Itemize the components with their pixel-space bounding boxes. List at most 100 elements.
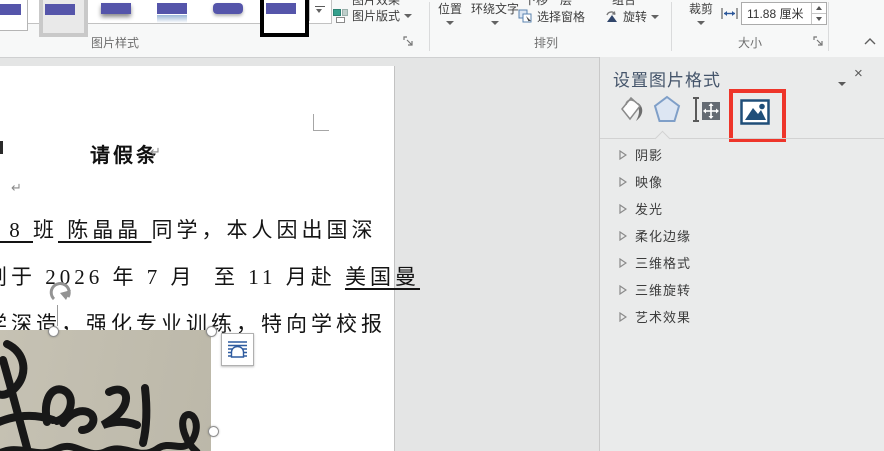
collapse-ribbon-button[interactable]: [863, 37, 877, 46]
gallery-more-icon: [315, 6, 325, 7]
panel-item-label: 艺术效果: [635, 307, 691, 326]
size-dialog-launcher-icon[interactable]: [813, 36, 824, 47]
rotate-button[interactable]: 旋转: [604, 8, 659, 25]
line1-rest: 同学，本人因出国深: [152, 218, 377, 242]
expand-triangle-icon: [619, 285, 627, 295]
picture-styles-gallery[interactable]: [0, 0, 332, 24]
picture-effects-label: 图片效果: [352, 0, 400, 6]
chevron-up-icon: [816, 6, 822, 10]
clipped-text-fragment: [0, 141, 3, 154]
picture-style-thumb[interactable]: [152, 0, 193, 29]
group-divider: [671, 2, 672, 51]
margin-mark: [313, 130, 329, 131]
group-divider: [828, 2, 829, 51]
picture-style-thumb[interactable]: [96, 0, 137, 29]
selected-tab-notch: [655, 131, 671, 147]
picture-effects-button-clipped[interactable]: 图片效果: [352, 0, 432, 6]
layout-options-button[interactable]: [221, 333, 254, 366]
panel-item-label: 三维旋转: [635, 280, 691, 299]
rotate-handle-stem: [57, 305, 58, 326]
spin-up-button[interactable]: [812, 3, 826, 14]
signature-image[interactable]: [0, 330, 211, 451]
position-label: 位置: [438, 0, 462, 17]
word-window: 图片效果 图片版式 图片样式 位置 环绕文字: [0, 0, 884, 451]
tab-divider: [600, 138, 884, 139]
paragraph-mark: ↵: [150, 145, 161, 160]
signature-strokes: [0, 330, 211, 451]
panel-item-soft-edges[interactable]: 柔化边缘: [619, 226, 691, 245]
pane-title: 设置图片格式: [613, 66, 721, 91]
group-label-size: 大小: [722, 34, 778, 51]
position-button[interactable]: 位置: [430, 0, 470, 25]
thumb-picture: [213, 3, 243, 14]
expand-triangle-icon: [619, 204, 627, 214]
tab-layout-properties[interactable]: [692, 94, 722, 129]
spin-down-button[interactable]: [812, 14, 826, 24]
chevron-down-icon: [838, 82, 846, 86]
chevron-down-icon: [816, 17, 822, 21]
resize-handle-right[interactable]: [208, 426, 219, 437]
tab-fill-line[interactable]: [616, 94, 646, 129]
send-backward-button-clipped[interactable]: 下移一层: [524, 0, 598, 6]
rotate-handle[interactable]: [46, 279, 76, 307]
shape-width-input[interactable]: [742, 3, 811, 24]
group-button-clipped[interactable]: 组合: [612, 0, 658, 6]
picture-style-thumb[interactable]: [0, 0, 28, 31]
picture-styles-dialog-launcher-icon[interactable]: [403, 36, 414, 47]
picture-layout-label: 图片版式: [352, 7, 400, 24]
tab-effects[interactable]: [652, 94, 682, 129]
selection-pane-button[interactable]: 选择窗格: [518, 8, 585, 25]
margin-mark: [313, 114, 314, 131]
picture-style-thumb[interactable]: [208, 0, 249, 29]
pane-close-button[interactable]: ×: [854, 65, 863, 82]
thumb-picture: [101, 3, 131, 14]
panel-item-label: 阴影: [635, 145, 663, 164]
panel-item-reflection[interactable]: 映像: [619, 172, 663, 191]
rotate-label: 旋转: [623, 8, 647, 25]
pane-options-button[interactable]: [838, 73, 846, 91]
expand-triangle-icon: [619, 150, 627, 160]
chevron-down-icon: [491, 21, 499, 25]
chevron-down-icon: [446, 21, 454, 25]
panel-item-label: 映像: [635, 172, 663, 191]
crop-button[interactable]: 裁剪: [682, 0, 720, 25]
picture-layout-button[interactable]: 图片版式: [333, 7, 412, 24]
resize-handle-top-right[interactable]: [206, 326, 217, 337]
wrap-text-button[interactable]: 环绕文字: [468, 0, 522, 25]
crop-label: 裁剪: [689, 0, 713, 17]
rotate-icon: [604, 9, 619, 24]
picture-style-thumb-selected[interactable]: [260, 0, 309, 37]
selection-pane-icon: [518, 9, 533, 24]
panel-item-shadow[interactable]: 阴影: [619, 145, 663, 164]
doc-title: 请假条: [90, 139, 159, 168]
thumb-picture: [266, 3, 296, 14]
chevron-down-icon: [697, 21, 705, 25]
panel-item-artistic-effects[interactable]: 艺术效果: [619, 307, 691, 326]
thumb-picture: [157, 3, 187, 14]
chevron-down-icon: [404, 14, 412, 18]
panel-item-label: 柔化边缘: [635, 226, 691, 245]
gallery-more-button[interactable]: [309, 0, 331, 21]
class-word: 班: [33, 218, 58, 242]
size-position-icon: [692, 94, 722, 124]
panel-item-label: 发光: [635, 199, 663, 218]
layout-options-icon: [228, 340, 247, 359]
thumb-picture: [0, 4, 21, 15]
panel-item-3d-rotation[interactable]: 三维旋转: [619, 280, 691, 299]
expand-triangle-icon: [619, 312, 627, 322]
thumb-picture: [45, 4, 75, 15]
panel-item-glow[interactable]: 发光: [619, 199, 663, 218]
panel-item-3d-format[interactable]: 三维格式: [619, 253, 691, 272]
picture-style-thumb[interactable]: [39, 0, 88, 37]
doc-line-1: 8 班 陈晶晶 同学，本人因出国深: [0, 214, 377, 244]
shape-width-spinner: [741, 2, 827, 25]
group-objects-label: 组合: [612, 0, 636, 6]
format-picture-pane: 设置图片格式 ×: [599, 57, 884, 451]
expand-triangle-icon: [619, 258, 627, 268]
selection-pane-label: 选择窗格: [537, 8, 585, 25]
resize-handle-top[interactable]: [48, 326, 59, 337]
red-highlight-box: [729, 89, 786, 142]
expand-triangle-icon: [619, 177, 627, 187]
paragraph-mark: ↵: [11, 181, 22, 196]
expand-triangle-icon: [619, 231, 627, 241]
